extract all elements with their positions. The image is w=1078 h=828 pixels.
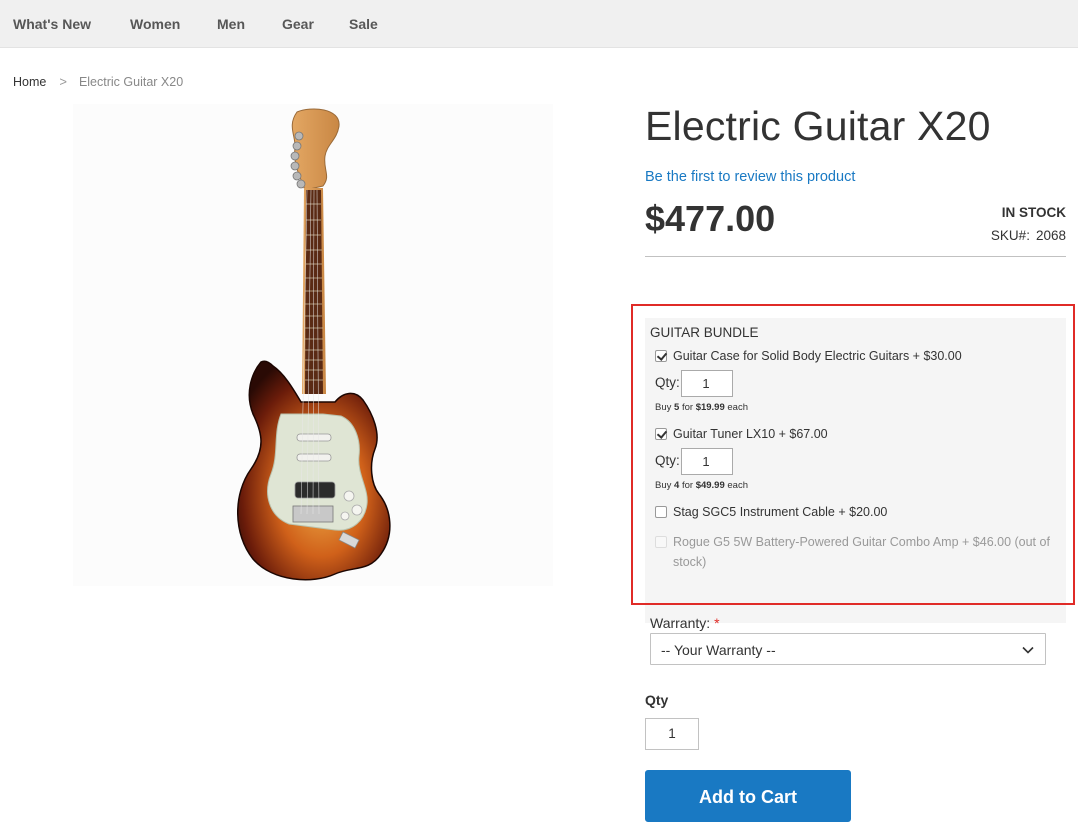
nav-item-whats-new[interactable]: What's New — [13, 16, 91, 32]
warranty-selected-value: -- Your Warranty -- — [661, 642, 776, 658]
qty-label: Qty — [645, 692, 669, 708]
qty-label: Qty: — [655, 453, 680, 468]
product-image-gallery[interactable] — [73, 104, 553, 586]
guitar-case-checkbox[interactable] — [655, 350, 667, 362]
breadcrumb: Home > Electric Guitar X20 — [13, 74, 183, 89]
warranty-label: Warranty: * — [650, 615, 720, 631]
top-navigation: What's New Women Men Gear Sale — [0, 0, 1078, 48]
product-price: $477.00 — [645, 198, 776, 239]
chevron-down-icon — [1022, 646, 1034, 654]
breadcrumb-home-link[interactable]: Home — [13, 75, 46, 89]
bundle-option-label[interactable]: Guitar Tuner LX10 + $67.00 — [673, 427, 828, 441]
first-review-link[interactable]: Be the first to review this product — [645, 169, 855, 185]
breadcrumb-current: Electric Guitar X20 — [78, 75, 184, 89]
guitar-bundle-options: GUITAR BUNDLE Guitar Case for Solid Body… — [645, 318, 1066, 623]
guitar-tuner-checkbox[interactable] — [655, 428, 667, 440]
qty-input[interactable]: 1 — [645, 718, 699, 750]
stock-status: IN STOCK — [1001, 205, 1066, 220]
product-sku: SKU#: 2068 — [991, 228, 1066, 243]
add-to-cart-button[interactable]: Add to Cart — [645, 770, 851, 822]
guitar-case-qty-input[interactable]: 1 — [681, 370, 733, 397]
guitar-image — [237, 108, 391, 581]
nav-item-women[interactable]: Women — [130, 16, 180, 32]
tier-price-note: Buy 4 for $49.99 each — [655, 480, 748, 491]
qty-label: Qty: — [655, 375, 680, 390]
sku-value: 2068 — [1035, 228, 1066, 243]
required-marker: * — [714, 615, 720, 631]
warranty-select[interactable]: -- Your Warranty -- — [650, 633, 1046, 665]
guitar-tuner-qty-input[interactable]: 1 — [681, 448, 733, 475]
bundle-option-label: Rogue G5 5W Battery-Powered Guitar Combo… — [673, 535, 1050, 569]
chevron-right-icon: > — [59, 74, 67, 89]
bundle-option-label[interactable]: Stag SGC5 Instrument Cable + $20.00 — [673, 505, 887, 519]
product-title: Electric Guitar X20 — [645, 103, 991, 149]
bundle-title: GUITAR BUNDLE — [650, 325, 759, 340]
nav-item-men[interactable]: Men — [217, 16, 245, 32]
nav-item-gear[interactable]: Gear — [282, 16, 314, 32]
sku-label: SKU#: — [990, 228, 1030, 243]
nav-item-sale[interactable]: Sale — [349, 16, 378, 32]
bundle-option-label[interactable]: Guitar Case for Solid Body Electric Guit… — [673, 349, 962, 363]
tier-price-note: Buy 5 for $19.99 each — [655, 402, 748, 413]
combo-amp-checkbox — [655, 536, 667, 548]
instrument-cable-checkbox[interactable] — [655, 506, 667, 518]
divider — [645, 256, 1066, 257]
